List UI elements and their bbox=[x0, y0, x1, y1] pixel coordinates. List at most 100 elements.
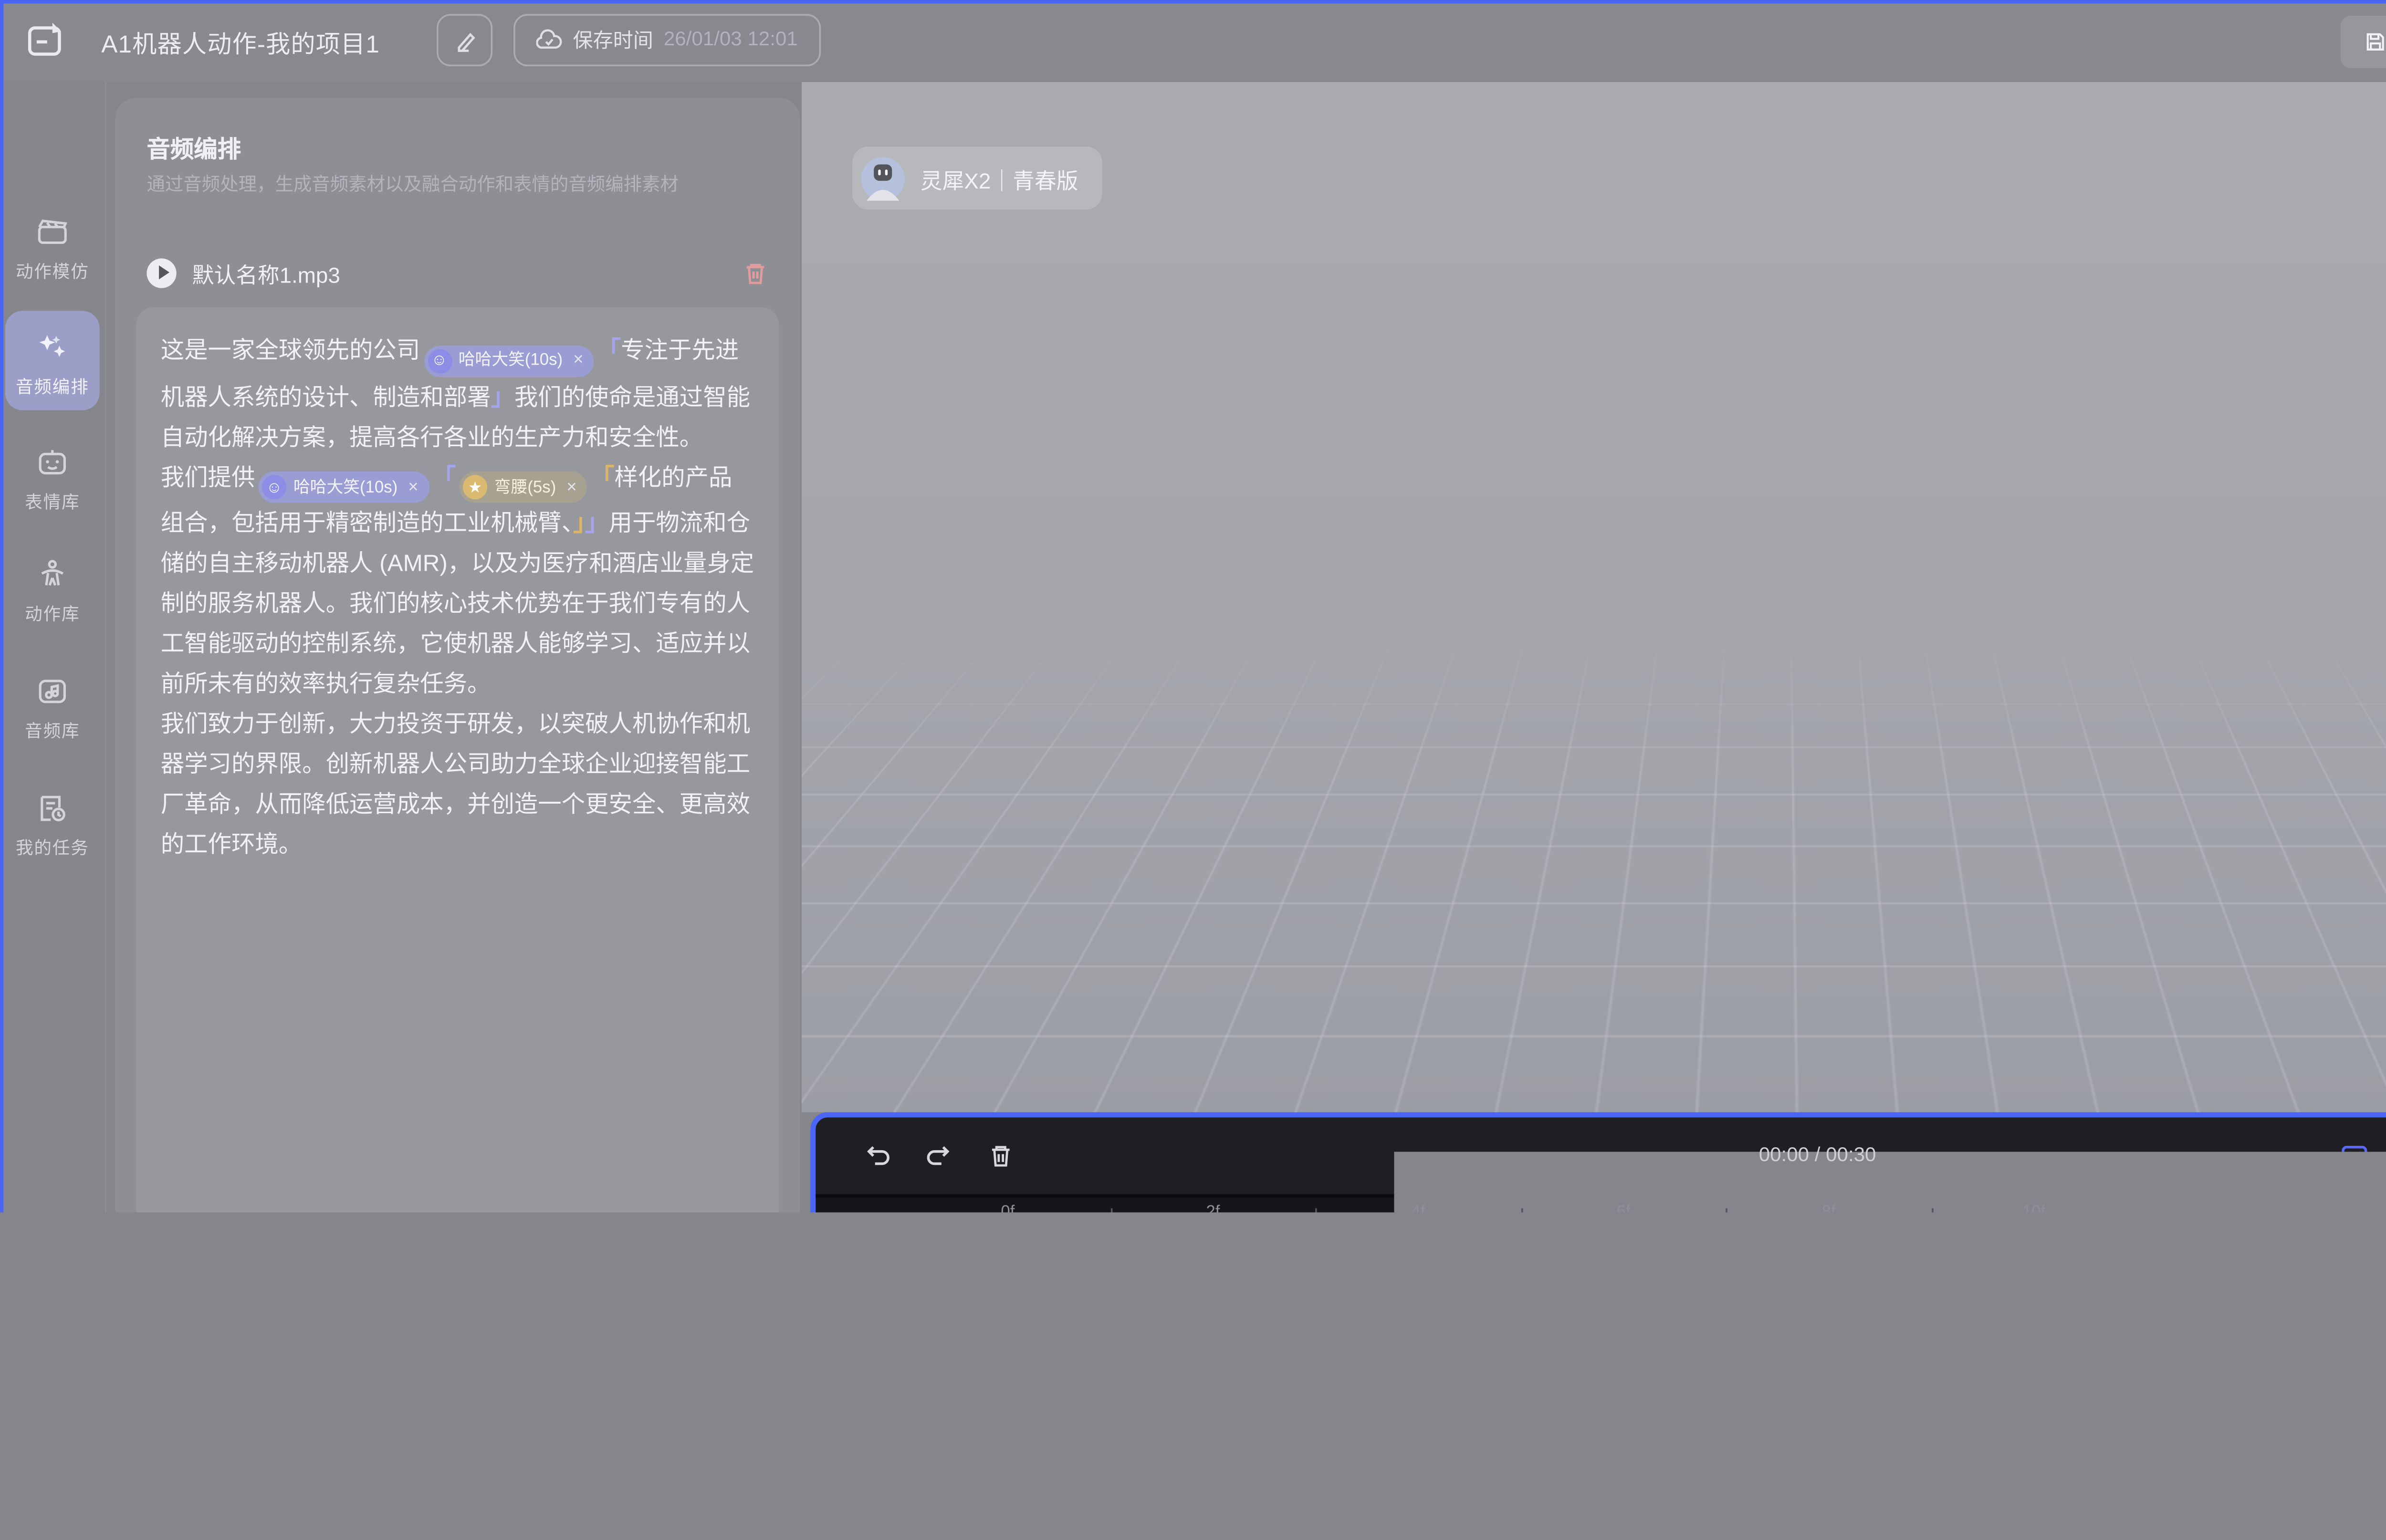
pointing-hand-icon bbox=[1724, 1463, 1780, 1530]
remaining-value: 300 bbox=[390, 1447, 424, 1468]
play-audio-button[interactable] bbox=[147, 258, 176, 287]
sidebar-item-expression-library[interactable]: 表情库 bbox=[0, 445, 105, 513]
undo-button[interactable] bbox=[865, 1142, 893, 1170]
sidebar-item-label: 动作模仿 bbox=[0, 257, 105, 283]
sidebar-item-audio-arrange[interactable]: 音频编排 bbox=[0, 330, 105, 398]
person-icon bbox=[887, 1369, 917, 1398]
merge-save-button[interactable]: 合成并保存 bbox=[2341, 16, 2386, 68]
annotation-bracket: 「 bbox=[597, 337, 621, 363]
ruler-tick bbox=[1931, 1208, 1933, 1222]
app-logo-icon[interactable] bbox=[24, 18, 70, 63]
transcript-text: 这是一家全球领先的公司 bbox=[161, 337, 420, 363]
cloud-check-icon bbox=[536, 27, 563, 53]
sidebar-item-label: 音频编排 bbox=[0, 372, 105, 398]
divider: | bbox=[438, 1447, 443, 1468]
robot-walk-thumb bbox=[1354, 1348, 1425, 1420]
action-track-header[interactable] bbox=[840, 1341, 987, 1426]
ruler-tick bbox=[2136, 1208, 2138, 1222]
sidebar-item-my-tasks[interactable]: 我的任务 bbox=[0, 791, 105, 859]
insert-action-button[interactable]: 插入动作 bbox=[292, 1530, 368, 1540]
robot-model[interactable] bbox=[1476, 148, 2063, 1021]
sparkles-icon bbox=[35, 330, 70, 365]
sidebar-item-action-library[interactable]: 动作库 bbox=[0, 557, 105, 625]
one-key-arrange-button[interactable]: AI 一键编排 bbox=[182, 1530, 259, 1540]
timeline-ruler[interactable]: 0f2f4f6f8f10f12f14f16f bbox=[816, 1198, 2386, 1233]
transcript-text: 用于物流和仓储的自主移动机器人 (AMR)，以及为医疗和酒店业量身定制的服务机器… bbox=[161, 510, 754, 857]
official-voice-icon bbox=[1368, 1474, 1389, 1495]
clip-title: 害羞微笑 bbox=[1125, 1257, 1205, 1285]
play-icon bbox=[158, 265, 168, 279]
transcript-card[interactable]: 这是一家全球领先的公司☺哈哈大笑(10s)×「专注于先进机器人系统的设计、制造和… bbox=[136, 307, 779, 1397]
face-wink-icon bbox=[887, 1271, 917, 1301]
consume-label: 本次消耗灵石 bbox=[457, 1444, 577, 1472]
timeline-panel: 00:00 / 00:30 0f2f4f6f8f10f12f14f16f bbox=[810, 1112, 2386, 1531]
play-icon bbox=[1717, 1147, 1731, 1165]
smiley-icon: ☺ bbox=[262, 475, 286, 499]
ruler-label: 10f bbox=[2022, 1203, 2045, 1222]
ruler-tick bbox=[1521, 1208, 1523, 1222]
remove-tag-icon[interactable]: × bbox=[566, 467, 576, 507]
generate-now-button[interactable]: 立即生成 bbox=[657, 1434, 779, 1493]
shy-face-thumb bbox=[1011, 1250, 1083, 1322]
svg-text:AI: AI bbox=[214, 1537, 226, 1540]
clear-arrange-button[interactable]: 清空编排 bbox=[512, 1530, 588, 1540]
ruler-tick bbox=[1726, 1208, 1728, 1222]
expression-tag[interactable]: ☺哈哈大笑(10s)× bbox=[259, 471, 429, 503]
pencil-icon bbox=[453, 29, 476, 52]
save-status-label: 保存时间 bbox=[573, 26, 653, 54]
gem-balance-row: 剩余灵石 300 | 本次消耗灵石 0 bbox=[115, 1444, 639, 1472]
save-status-time: 26/01/03 12:01 bbox=[664, 30, 798, 51]
model-chip[interactable]: 灵犀X2｜青春版 bbox=[852, 147, 1103, 210]
ruler-tick bbox=[2342, 1208, 2344, 1222]
insert-expression-button[interactable]: 插入表情 bbox=[402, 1530, 479, 1540]
clip-label-row: 官方声音 bbox=[1368, 1470, 1478, 1498]
app-window: A1机器人动作-我的项目1 保存时间 26/01/03 12:01 合成并保存 … bbox=[0, 0, 2386, 1540]
person-icon bbox=[35, 557, 70, 592]
redo-button[interactable] bbox=[924, 1142, 952, 1170]
panel-footer: 剩余灵石 300 | 本次消耗灵石 0 立即生成 bbox=[115, 1404, 800, 1524]
remove-tag-icon[interactable]: × bbox=[408, 467, 418, 507]
timeline-play-button[interactable] bbox=[1703, 1137, 1742, 1175]
top-bar: A1机器人动作-我的项目1 保存时间 26/01/03 12:01 合成并保存 … bbox=[0, 0, 2386, 82]
transcript[interactable]: 这是一家全球领先的公司☺哈哈大笑(10s)×「专注于先进机器人系统的设计、制造和… bbox=[161, 330, 754, 864]
audio-arrange-panel: 音频编排 通过音频处理，生成音频素材以及融合动作和表情的音频编排素材 默认名称1… bbox=[115, 98, 800, 1522]
panel-subtitle: 通过音频处理，生成音频素材以及融合动作和表情的音频编排素材 bbox=[147, 171, 679, 198]
viewport-3d[interactable]: 灵犀X2｜青春版 Z X Y bbox=[802, 82, 2386, 1112]
delete-audio-button[interactable] bbox=[743, 259, 769, 285]
gem-icon bbox=[591, 1446, 614, 1469]
delete-clip-button[interactable] bbox=[987, 1142, 1015, 1170]
annotation-bracket: 「 bbox=[591, 463, 614, 490]
drag-tooltip-button[interactable]: 鼠标长按并拖拽 bbox=[1888, 1442, 2105, 1519]
lane-divider bbox=[994, 1233, 996, 1526]
expression-track-header[interactable] bbox=[840, 1243, 987, 1329]
sidebar-item-audio-library[interactable]: 音频库 bbox=[0, 674, 105, 742]
expression-tag[interactable]: ☺哈哈大笑(10s)× bbox=[424, 345, 594, 377]
ruler-tick bbox=[1316, 1208, 1318, 1222]
annotation-bracket: 」 bbox=[585, 510, 608, 536]
walking-icon bbox=[1437, 1358, 1458, 1379]
audio-file-name: 默认名称1.mp3 bbox=[192, 256, 727, 289]
floppy-icon bbox=[2363, 30, 2386, 54]
ai-icon: AI bbox=[205, 1530, 235, 1540]
speaker-icon bbox=[945, 1467, 974, 1496]
audio-track-header[interactable] bbox=[840, 1439, 987, 1524]
ruler-label: 4f bbox=[1411, 1203, 1425, 1222]
save-status: 保存时间 26/01/03 12:01 bbox=[513, 14, 820, 66]
rename-button[interactable] bbox=[437, 14, 492, 66]
action-clip[interactable]: 超帅走路姿势 bbox=[1347, 1341, 1825, 1426]
sidebar-item-label: 动作库 bbox=[0, 599, 105, 625]
tag-label: 哈哈大笑(10s) bbox=[459, 340, 563, 380]
voice-icon bbox=[887, 1467, 917, 1496]
clip-label-row: 害羞微笑 bbox=[1095, 1257, 1205, 1285]
action-tag[interactable]: ★弯腰(5s)× bbox=[460, 471, 587, 503]
robot-face-icon bbox=[35, 445, 70, 480]
smiley-icon: ☺ bbox=[427, 348, 451, 373]
annotation-bracket: 」 bbox=[573, 510, 585, 536]
sidebar-item-motion-mimic[interactable]: 动作模仿 bbox=[0, 215, 105, 283]
fit-width-button[interactable] bbox=[2341, 1142, 2369, 1170]
timeline-toolbar: 00:00 / 00:30 bbox=[816, 1118, 2386, 1198]
expression-clip[interactable]: 害羞微笑 bbox=[1005, 1243, 1333, 1329]
remove-tag-icon[interactable]: × bbox=[573, 340, 583, 380]
ruler-label: 12f bbox=[2228, 1203, 2250, 1222]
broom-icon bbox=[535, 1530, 565, 1540]
